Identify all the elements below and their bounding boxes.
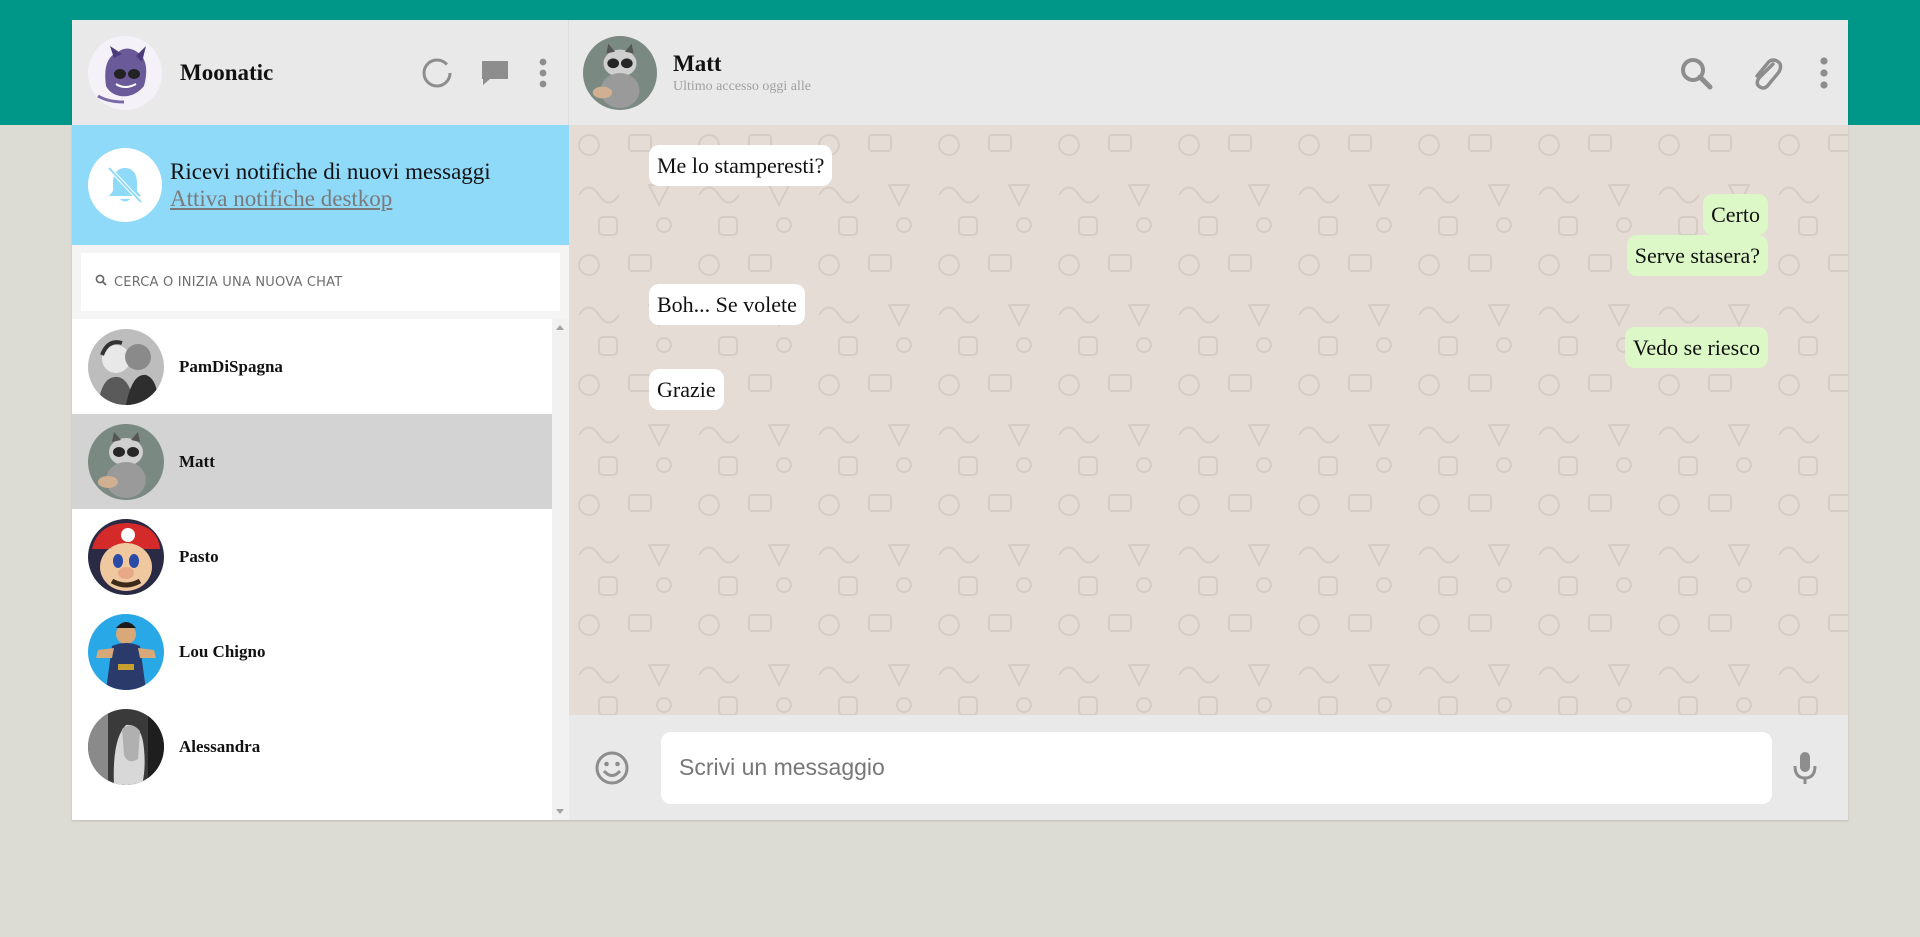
chat-name: Matt <box>179 451 215 471</box>
message-composer <box>569 715 1848 820</box>
chat-name: Pasto <box>179 546 219 566</box>
chat-list: PamDiSpagna Matt Pasto Lou Chigno Alessa… <box>72 319 569 820</box>
message-row: Vedo se riesco <box>649 327 1768 368</box>
avatar <box>88 423 164 500</box>
outgoing-message: Certo <box>1703 194 1768 235</box>
attach-icon[interactable] <box>1746 53 1786 93</box>
message-row: Me lo stamperesti? <box>649 145 1768 186</box>
message-row: Boh... Se volete <box>649 284 1768 325</box>
mic-icon[interactable] <box>1786 749 1824 787</box>
new-chat-icon[interactable] <box>478 56 512 90</box>
message-input-box[interactable] <box>661 731 1772 804</box>
scroll-up-icon[interactable] <box>556 325 564 330</box>
search-icon[interactable] <box>1676 53 1716 93</box>
sidebar: Moonatic Ricevi notifiche di nuovi messa… <box>72 20 569 820</box>
emoji-icon[interactable] <box>593 749 631 787</box>
avatar <box>88 708 164 785</box>
app-window: Moonatic Ricevi notifiche di nuovi messa… <box>72 20 1848 820</box>
incoming-message: Me lo stamperesti? <box>649 145 833 186</box>
bell-off-icon <box>88 148 162 222</box>
incoming-message: Boh... Se volete <box>649 284 805 325</box>
user-name: Moonatic <box>180 59 274 85</box>
chat-item-pamdispagna[interactable]: PamDiSpagna <box>72 319 552 414</box>
chat-list-scrollbar[interactable] <box>552 319 569 820</box>
status-icon[interactable] <box>420 56 454 90</box>
search-icon <box>95 273 107 291</box>
conversation-pane: Matt Ultimo accesso oggi alle Me lo stam… <box>569 20 1848 820</box>
notification-banner: Ricevi notifiche di nuovi messaggi Attiv… <box>72 125 569 245</box>
avatar <box>88 328 164 405</box>
chat-item-alessandra[interactable]: Alessandra <box>72 699 552 794</box>
chat-item-pasto[interactable]: Pasto <box>72 509 552 604</box>
search-input[interactable] <box>112 273 536 291</box>
search-area <box>72 245 569 319</box>
avatar <box>88 518 164 595</box>
menu-icon[interactable] <box>536 56 550 90</box>
message-area: Me lo stamperesti? Certo Serve stasera? … <box>569 125 1848 715</box>
message-row: Certo <box>649 194 1768 235</box>
avatar <box>88 613 164 690</box>
message-row: Serve stasera? <box>649 235 1768 276</box>
user-avatar[interactable] <box>88 35 162 110</box>
sidebar-header: Moonatic <box>72 20 569 125</box>
chat-name: Lou Chigno <box>179 641 266 661</box>
chat-name: PamDiSpagna <box>179 356 283 376</box>
chat-item-lou-chigno[interactable]: Lou Chigno <box>72 604 552 699</box>
contact-status: Ultimo accesso oggi alle <box>673 78 812 94</box>
contact-avatar[interactable] <box>583 35 657 110</box>
outgoing-message: Vedo se riesco <box>1624 327 1768 368</box>
conversation-header: Matt Ultimo accesso oggi alle <box>569 20 1848 125</box>
message-input[interactable] <box>677 753 1756 782</box>
incoming-message: Grazie <box>649 369 724 410</box>
message-row: Grazie <box>649 369 1768 410</box>
search-box[interactable] <box>81 253 560 311</box>
chat-item-matt[interactable]: Matt <box>72 414 552 509</box>
contact-name: Matt <box>673 50 722 76</box>
outgoing-message: Serve stasera? <box>1626 235 1768 276</box>
chat-name: Alessandra <box>179 736 261 756</box>
menu-icon[interactable] <box>1816 53 1832 93</box>
notification-title: Ricevi notifiche di nuovi messaggi <box>170 158 491 184</box>
scroll-down-icon[interactable] <box>556 809 564 814</box>
enable-notifications-link[interactable]: Attiva notifiche destkop <box>170 186 392 212</box>
